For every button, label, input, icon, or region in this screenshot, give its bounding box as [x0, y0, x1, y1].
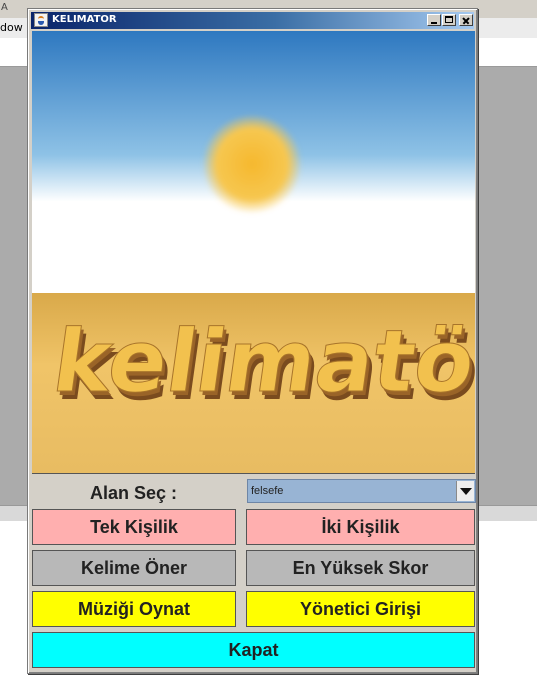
chevron-down-icon[interactable]	[456, 481, 474, 501]
maximize-icon[interactable]	[442, 14, 456, 26]
close-button[interactable]: Kapat	[32, 632, 475, 668]
logo-text: kelimatör	[47, 312, 475, 412]
window-title: KELIMATOR	[52, 14, 117, 25]
background-menu-window[interactable]: dow	[0, 21, 23, 34]
window-title-bar[interactable]: KELIMATOR	[31, 12, 474, 29]
category-selected-value: felsefe	[251, 485, 284, 497]
admin-login-button[interactable]: Yönetici Girişi	[246, 591, 475, 627]
kelimator-window: KELIMATOR kelimatör kelimatör kelimatör …	[27, 8, 478, 674]
background-title-fragment: A	[1, 2, 8, 13]
category-combobox[interactable]: felsefe	[247, 479, 476, 503]
suggest-word-button[interactable]: Kelime Öner	[32, 550, 236, 586]
close-icon[interactable]	[459, 14, 473, 26]
two-player-button[interactable]: İki Kişilik	[246, 509, 475, 545]
java-cup-icon	[34, 13, 48, 27]
play-music-button[interactable]: Müziği Oynat	[32, 591, 236, 627]
category-label: Alan Seç :	[89, 483, 178, 503]
minimize-icon[interactable]	[427, 14, 441, 26]
high-score-button[interactable]: En Yüksek Skor	[246, 550, 475, 586]
single-player-button[interactable]: Tek Kişilik	[32, 509, 236, 545]
kelimator-logo-image: kelimatör kelimatör kelimatör	[32, 31, 475, 474]
